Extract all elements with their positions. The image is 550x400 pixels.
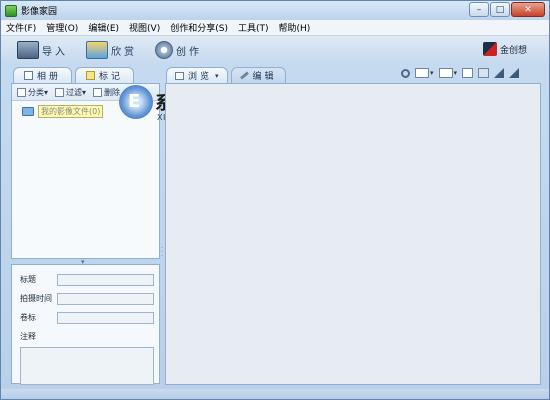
tab-browse-label: 浏览	[188, 72, 213, 82]
tab-browse[interactable]: 浏览 ▾	[166, 67, 228, 83]
window-title: 影像家园	[21, 7, 58, 17]
album-toolbar: 分类 ▾ 过滤 ▾ 删除	[12, 84, 159, 101]
left-tab-strip: 相册 标记	[13, 67, 137, 83]
tree-root-item[interactable]: 我的影像文件(0)	[22, 105, 104, 118]
camera-icon	[17, 41, 39, 59]
pencil-icon	[239, 71, 249, 80]
title-bar[interactable]: 影像家园 – □ ✕	[1, 1, 549, 20]
date-label: 拍摄时间	[20, 294, 52, 303]
brand-icon	[482, 42, 497, 56]
menu-manage[interactable]: 管理(O)	[46, 21, 78, 34]
create-label: 创作	[176, 46, 202, 58]
chevron-down-icon[interactable]: ▾	[430, 69, 434, 77]
category-label: 分类	[28, 87, 44, 97]
maximize-button[interactable]: □	[490, 2, 510, 17]
album-panel: 分类 ▾ 过滤 ▾ 删除 我的影像文件(0)	[11, 83, 160, 259]
grid-icon	[175, 71, 184, 80]
checkbox-icon[interactable]	[462, 68, 474, 78]
filter-icon	[55, 87, 65, 97]
view-toolbar: ▾ ▾	[396, 68, 520, 78]
create-button[interactable]: 创作	[155, 41, 202, 59]
import-label: 导入	[42, 46, 68, 58]
menu-view[interactable]: 视图(V)	[129, 21, 160, 34]
right-tab-strip: 浏览 ▾ 编辑	[166, 67, 289, 83]
zoom-in-icon[interactable]	[509, 68, 520, 78]
title-label: 标题	[20, 275, 36, 284]
search-icon[interactable]	[401, 68, 410, 78]
view-mode-icon[interactable]	[415, 68, 429, 78]
brand-text: 金创想	[499, 45, 527, 56]
title-row: 标题	[12, 270, 159, 289]
thumbnail-area[interactable]	[165, 83, 541, 385]
brand-logo: 金创想	[482, 42, 527, 56]
tree-root-label: 我的影像文件(0)	[38, 105, 104, 118]
app-window: 影像家园 – □ ✕ 文件(F) 管理(O) 编辑(E) 视图(V) 创作和分享…	[0, 0, 550, 400]
tab-edit[interactable]: 编辑	[230, 67, 286, 83]
gear-icon	[155, 41, 173, 59]
tab-tag-label: 标记	[99, 72, 124, 82]
main-toolbar: 导入 欣赏 创作 金创想	[1, 36, 549, 64]
trash-icon[interactable]	[478, 68, 490, 78]
volume-field[interactable]	[57, 311, 154, 324]
tab-tag[interactable]: 标记	[75, 67, 135, 83]
app-icon	[5, 4, 17, 17]
chevron-down-icon: ▾	[82, 87, 87, 97]
tab-album[interactable]: 相册	[13, 67, 73, 83]
view-label: 欣赏	[111, 46, 137, 58]
date-row: 拍摄时间	[12, 289, 159, 308]
grid-icon	[24, 71, 33, 80]
chevron-down-icon: ▾	[44, 87, 49, 97]
menu-create-share[interactable]: 创作和分享(S)	[170, 21, 228, 34]
note-field[interactable]	[20, 347, 154, 385]
folder-icon	[22, 107, 34, 116]
album-tree: 我的影像文件(0)	[12, 101, 159, 119]
splitter-grip-icon: · · ·	[161, 245, 163, 260]
status-bar	[1, 389, 549, 399]
delete-button[interactable]: 删除	[93, 87, 120, 98]
close-button[interactable]: ✕	[511, 2, 545, 17]
chevron-down-icon[interactable]: ▾	[454, 69, 458, 77]
menu-edit[interactable]: 编辑(E)	[88, 21, 119, 34]
volume-row: 卷标	[12, 308, 159, 327]
menu-file[interactable]: 文件(F)	[6, 21, 36, 34]
minimize-button[interactable]: –	[469, 2, 489, 17]
picture-icon	[86, 41, 108, 59]
category-icon	[17, 87, 26, 97]
window-controls: – □ ✕	[469, 2, 545, 17]
delete-label: 删除	[104, 87, 121, 97]
tab-edit-label: 编辑	[252, 72, 277, 82]
volume-label: 卷标	[20, 313, 36, 322]
zoom-out-icon[interactable]	[494, 68, 505, 78]
filter-label: 过滤	[66, 87, 83, 97]
filter-button[interactable]: 过滤 ▾	[55, 87, 86, 98]
view-button[interactable]: 欣赏	[86, 41, 137, 59]
tag-icon	[86, 71, 96, 80]
chevron-down-icon: ▾	[215, 71, 219, 80]
menu-tools[interactable]: 工具(T)	[238, 21, 269, 34]
trash-icon	[93, 87, 103, 97]
title-field[interactable]	[57, 273, 154, 286]
tab-album-label: 相册	[37, 72, 62, 82]
menu-bar: 文件(F) 管理(O) 编辑(E) 视图(V) 创作和分享(S) 工具(T) 帮…	[1, 20, 549, 36]
sort-icon[interactable]	[438, 68, 453, 78]
category-button[interactable]: 分类 ▾	[17, 87, 48, 98]
import-button[interactable]: 导入	[17, 41, 68, 59]
date-field[interactable]	[57, 292, 154, 305]
note-label: 注释	[20, 332, 36, 341]
properties-panel: 标题 拍摄时间 卷标 注释	[11, 264, 160, 385]
menu-help[interactable]: 帮助(H)	[279, 21, 311, 34]
vertical-splitter[interactable]: · · ·	[160, 67, 164, 385]
